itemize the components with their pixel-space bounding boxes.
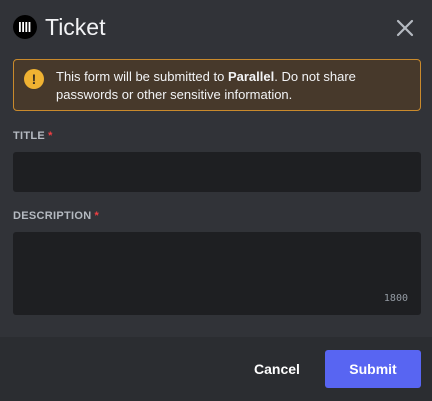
description-label: DESCRIPTION *: [13, 210, 99, 222]
description-label-text: DESCRIPTION: [13, 210, 92, 222]
title-label-text: TITLE: [13, 130, 46, 142]
description-input[interactable]: [13, 232, 421, 315]
notice-text-before: This form will be submitted to: [56, 69, 228, 84]
submit-button[interactable]: Submit: [325, 350, 421, 388]
modal-header: Ticket: [0, 0, 432, 56]
title-input[interactable]: [13, 152, 421, 192]
modal-footer: Cancel Submit: [0, 337, 432, 401]
cancel-button[interactable]: Cancel: [245, 351, 309, 387]
title-label: TITLE *: [13, 130, 53, 142]
warning-icon: !: [24, 69, 44, 89]
parallel-logo-icon: [13, 15, 37, 39]
notice-text: This form will be submitted to Parallel.…: [56, 68, 410, 104]
ticket-modal: Ticket ! This form will be submitted to …: [0, 0, 432, 401]
required-marker: *: [94, 210, 100, 222]
modal-title: Ticket: [45, 14, 106, 40]
security-notice: ! This form will be submitted to Paralle…: [13, 59, 421, 111]
notice-app-name: Parallel: [227, 69, 275, 84]
character-counter: 1800: [383, 293, 408, 304]
required-marker: *: [48, 130, 53, 142]
close-icon[interactable]: [394, 17, 416, 39]
